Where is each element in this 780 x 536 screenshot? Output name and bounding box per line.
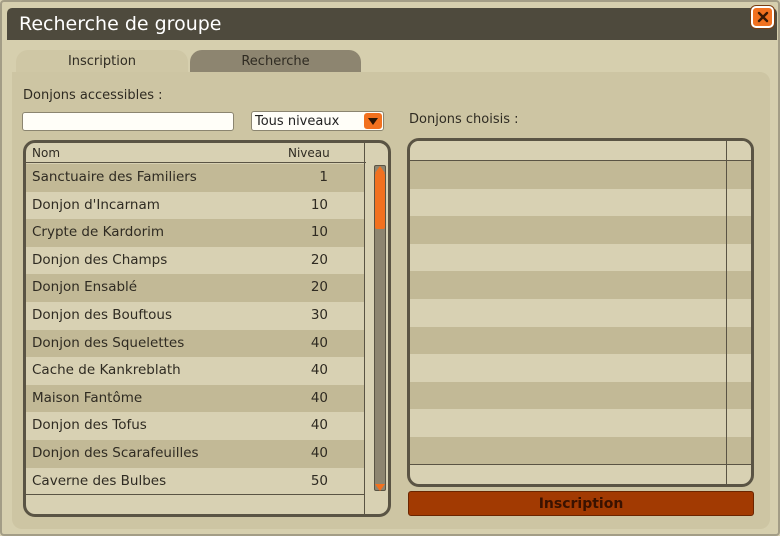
row-level: 10 (310, 224, 328, 241)
tab-inscription[interactable]: Inscription (16, 50, 188, 73)
row-name: Donjon des Squelettes (32, 334, 185, 351)
table-row[interactable]: Donjon des Champs 20 (26, 246, 364, 275)
list-item[interactable] (410, 271, 751, 299)
list-item[interactable] (410, 216, 751, 244)
window-title: Recherche de groupe (19, 13, 222, 35)
row-level: 20 (310, 279, 328, 296)
table-row[interactable]: Donjon des Squelettes 40 (26, 329, 364, 358)
tab-recherche-label: Recherche (241, 54, 310, 69)
close-button[interactable] (751, 6, 774, 28)
row-name: Crypte de Kardorim (32, 224, 165, 241)
chosen-column-divider (726, 141, 727, 484)
chosen-dungeons-label: Donjons choisis : (409, 112, 519, 127)
row-level: 10 (310, 196, 328, 213)
close-x-icon (757, 11, 768, 23)
row-level: 1 (319, 169, 328, 185)
group-search-window: Recherche de groupe Inscription Recherch… (0, 0, 780, 536)
table-row[interactable]: Donjon des Bouftous 30 (26, 301, 364, 330)
row-name: Donjon Ensablé (32, 279, 138, 296)
list-bottom-divider (26, 494, 364, 495)
table-row[interactable]: Donjon des Scarafeuilles 40 (26, 439, 364, 468)
row-name: Caverne des Bulbes (32, 472, 167, 489)
tab-recherche[interactable]: Recherche (190, 50, 361, 73)
list-item[interactable] (410, 243, 751, 272)
list-item[interactable] (410, 161, 751, 189)
list-rows: Sanctuaire des Familiers 1 Donjon d'Inca… (26, 164, 364, 496)
table-row[interactable]: Donjon d'Incarnam 10 (26, 191, 364, 220)
row-level: 40 (310, 334, 328, 351)
row-name: Donjon des Scarafeuilles (32, 444, 199, 461)
row-level: 40 (310, 444, 328, 461)
scroll-down-arrow-icon[interactable] (374, 483, 386, 491)
row-name: Sanctuaire des Familiers (32, 169, 197, 185)
list-item[interactable] (410, 354, 751, 382)
column-header-name[interactable]: Nom (32, 146, 60, 160)
row-name: Donjon des Bouftous (32, 306, 173, 323)
table-row[interactable]: Crypte de Kardorim 10 (26, 219, 364, 247)
chosen-bottom-divider (410, 464, 751, 465)
list-item[interactable] (410, 436, 751, 465)
row-level: 20 (310, 251, 328, 268)
list-item[interactable] (410, 409, 751, 437)
scrollbar-divider (364, 143, 365, 514)
table-row[interactable]: Donjon Ensablé 20 (26, 274, 364, 302)
inscription-button[interactable]: Inscription (408, 491, 754, 516)
list-item[interactable] (410, 298, 751, 327)
row-name: Donjon des Champs (32, 251, 168, 268)
row-level: 40 (310, 362, 328, 379)
accessible-dungeons-list: Nom Niveau Sanctuaire des Familiers 1 Do… (23, 140, 391, 517)
row-name: Cache de Kankreblath (32, 362, 181, 379)
level-filter-select[interactable]: Tous niveaux (251, 111, 384, 131)
row-level: 50 (310, 472, 328, 489)
table-row[interactable]: Caverne des Bulbes 50 (26, 467, 364, 496)
accessible-dungeons-label: Donjons accessibles : (23, 88, 163, 103)
chosen-list-header (410, 141, 751, 161)
table-row[interactable]: Maison Fantôme 40 (26, 384, 364, 413)
row-name: Maison Fantôme (32, 389, 143, 406)
title-bar[interactable]: Recherche de groupe (7, 8, 777, 40)
table-row[interactable]: Cache de Kankreblath 40 (26, 357, 364, 385)
row-level: 40 (310, 417, 328, 434)
level-filter-value: Tous niveaux (255, 114, 340, 129)
row-level: 30 (310, 306, 328, 323)
table-row[interactable]: Sanctuaire des Familiers 1 (26, 164, 364, 192)
list-item[interactable] (410, 326, 751, 355)
row-name: Donjon d'Incarnam (32, 196, 160, 213)
inscription-button-label: Inscription (538, 495, 624, 512)
tab-inscription-label: Inscription (67, 54, 137, 69)
list-header: Nom Niveau (26, 143, 366, 163)
scroll-up-arrow-icon[interactable] (374, 165, 386, 173)
row-level: 40 (310, 389, 328, 406)
table-row[interactable]: Donjon des Tofus 40 (26, 412, 364, 440)
list-item[interactable] (410, 188, 751, 217)
dropdown-arrow-icon (364, 113, 382, 129)
column-header-level[interactable]: Niveau (288, 146, 330, 160)
row-name: Donjon des Tofus (32, 417, 147, 434)
chosen-dungeons-list (407, 138, 754, 487)
dungeon-search-input[interactable] (22, 112, 234, 131)
scrollbar-thumb[interactable] (375, 173, 385, 229)
list-item[interactable] (410, 381, 751, 410)
